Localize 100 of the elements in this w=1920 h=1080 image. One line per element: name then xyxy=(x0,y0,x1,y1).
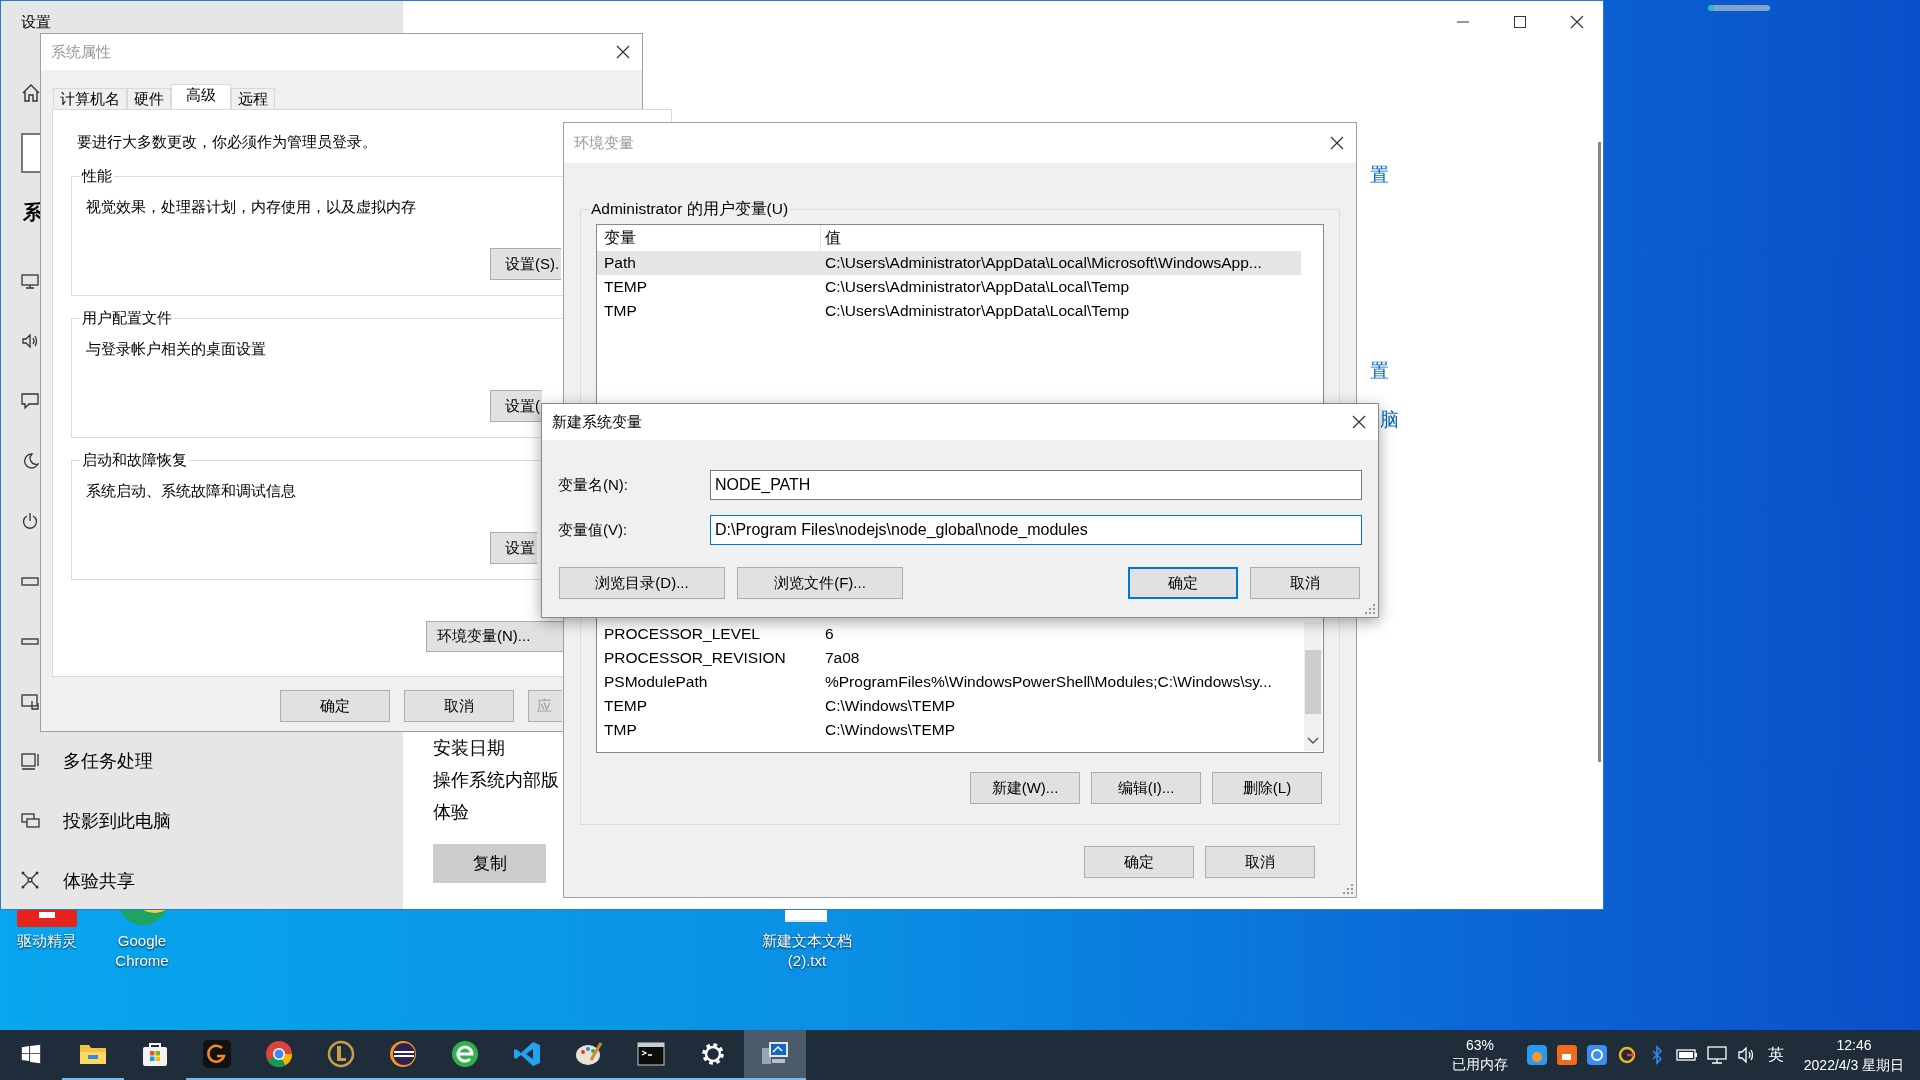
cup-icon[interactable] xyxy=(1557,1045,1577,1065)
app-icon[interactable] xyxy=(1527,1045,1547,1065)
group-title: 启动和故障恢复 xyxy=(80,450,189,470)
list-row[interactable]: PROCESSOR_LEVEL 6 xyxy=(597,622,1301,646)
bluetooth-icon[interactable] xyxy=(1650,1045,1664,1065)
clock-date: 2022/4/3 星期日 xyxy=(1803,1056,1905,1075)
input-field[interactable]: D:\Program Files\nodejs\node_global\node_modules xyxy=(710,515,1362,545)
share-icon xyxy=(21,871,41,891)
copy-button[interactable]: 复制 xyxy=(433,844,546,883)
dialog-button[interactable]: 确定 xyxy=(1084,846,1194,878)
variable-name: Path xyxy=(603,253,637,274)
settings-button[interactable]: 设置 xyxy=(490,532,537,564)
info-label: 操作系统内部版 xyxy=(433,769,559,792)
maximize-icon[interactable] xyxy=(1513,15,1527,29)
field-label: 变量名(N): xyxy=(558,474,629,495)
chat-icon[interactable] xyxy=(21,392,39,410)
speaker-icon[interactable] xyxy=(21,332,39,350)
shopping-bag-icon xyxy=(142,1041,168,1067)
network-icon[interactable] xyxy=(1707,1046,1727,1064)
window-title: 设置 xyxy=(21,12,51,32)
dialog-button[interactable]: 取消 xyxy=(1250,567,1360,599)
tablet-icon[interactable] xyxy=(21,692,39,710)
settings-button[interactable]: 设置(S). xyxy=(490,248,562,280)
dialog-button[interactable]: 取消 xyxy=(404,690,514,722)
tab[interactable]: 高级 xyxy=(171,84,231,109)
close-icon[interactable] xyxy=(616,45,630,59)
striped-circle-icon xyxy=(389,1040,417,1068)
memory-label: 已用内存 xyxy=(1452,1055,1508,1074)
variable-value: C:\Windows\TEMP xyxy=(824,720,956,741)
close-icon[interactable] xyxy=(1352,415,1366,429)
dialog-button[interactable]: 删除(L) xyxy=(1212,772,1322,804)
window-title: 系统属性 xyxy=(51,41,111,62)
tab[interactable]: 远程 xyxy=(231,88,275,109)
close-icon[interactable] xyxy=(1570,15,1584,29)
list-row[interactable]: TEMP C:\Users\Administrator\AppData\Local\Temp xyxy=(597,275,1301,299)
variable-value: C:\Users\Administrator\AppData\Local\Temp xyxy=(824,277,1130,298)
list-row[interactable]: PROCESSOR_REVISION 7a08 xyxy=(597,646,1301,670)
variable-name: PROCESSOR_REVISION xyxy=(603,648,787,669)
palette-icon xyxy=(575,1040,603,1068)
home-icon[interactable] xyxy=(21,83,41,103)
variable-name: TEMP xyxy=(603,277,649,298)
settings-link[interactable]: 置 xyxy=(1370,161,1389,190)
group-description: 视觉效果，处理器计划，内存使用，以及虚拟内存 xyxy=(86,198,416,217)
dialog-button[interactable]: 确定 xyxy=(280,690,390,722)
list-row[interactable]: TEMP C:\Windows\TEMP xyxy=(597,694,1301,718)
app-icon[interactable] xyxy=(1587,1045,1607,1065)
variable-value: 6 xyxy=(824,624,834,645)
moon-icon[interactable] xyxy=(21,452,39,470)
list-row[interactable]: TMP C:\Windows\TEMP xyxy=(597,718,1301,742)
dialog-button[interactable]: 编辑(I)... xyxy=(1091,772,1201,804)
power-icon[interactable] xyxy=(21,512,39,530)
chevron-down-icon[interactable] xyxy=(1307,737,1319,745)
scrollbar[interactable] xyxy=(1304,622,1322,751)
tab[interactable]: 硬件 xyxy=(127,88,171,109)
group-description: 系统启动、系统故障和调试信息 xyxy=(86,482,296,501)
app-icon[interactable] xyxy=(1617,1045,1637,1065)
dialog-button[interactable]: 新建(W)... xyxy=(970,772,1080,804)
monitor-icon[interactable] xyxy=(21,272,39,290)
group-title: 性能 xyxy=(80,166,114,186)
nav-item[interactable]: 投影到此电脑 xyxy=(1,791,403,851)
resize-grip[interactable] xyxy=(1343,884,1353,894)
dialog-button[interactable]: 浏览目录(D)... xyxy=(559,567,725,599)
nav-item[interactable]: 多任务处理 xyxy=(1,731,403,791)
app-icon xyxy=(203,1040,231,1068)
input-method-indicator[interactable]: 英 xyxy=(1768,1043,1784,1067)
info-label: 体验 xyxy=(433,801,470,824)
variable-name: TEMP xyxy=(603,696,649,717)
dialog-button[interactable]: 确定 xyxy=(1128,567,1238,599)
search-field[interactable] xyxy=(21,133,41,173)
tab[interactable]: 计算机名 xyxy=(53,88,127,109)
group-title: 用户配置文件 xyxy=(80,308,174,328)
app-icon[interactable] xyxy=(17,910,77,927)
settings-button[interactable]: 设置( xyxy=(490,390,542,422)
clock-time: 12:46 xyxy=(1836,1036,1872,1055)
resize-grip[interactable] xyxy=(1365,604,1375,614)
variable-name: TMP xyxy=(603,720,638,741)
slider[interactable] xyxy=(1708,5,1770,11)
nav-item[interactable]: 体验共享 xyxy=(1,851,403,911)
browser-icon xyxy=(265,1040,293,1068)
settings-icon xyxy=(700,1041,726,1067)
close-icon[interactable] xyxy=(1330,136,1344,150)
terminal-icon xyxy=(637,1042,665,1066)
environment-variables-button[interactable]: 环境变量(N)... xyxy=(426,621,565,652)
input-field[interactable]: NODE_PATH xyxy=(710,470,1362,500)
dialog-button[interactable]: 浏览文件(F)... xyxy=(737,567,903,599)
window-title: 新建系统变量 xyxy=(552,411,642,432)
list-row[interactable]: TMP C:\Users\Administrator\AppData\Local\Temp xyxy=(597,299,1301,323)
folder-icon xyxy=(79,1042,107,1066)
variable-value: 7a08 xyxy=(824,648,860,669)
settings-link[interactable]: 置 xyxy=(1370,357,1389,386)
scrollbar[interactable] xyxy=(1598,142,1601,762)
settings-link[interactable]: 脑 xyxy=(1380,406,1399,435)
list-row[interactable]: Path C:\Users\Administrator\AppData\Local\Microsoft\WindowsApp... xyxy=(597,251,1301,275)
variable-name: PROCESSOR_LEVEL xyxy=(603,624,761,645)
dialog-button[interactable]: 取消 xyxy=(1205,846,1315,878)
info-label: 安装日期 xyxy=(433,737,506,760)
admin-note: 要进行大多数更改，你必须作为管理员登录。 xyxy=(77,132,377,152)
list-row[interactable]: PSModulePath %ProgramFiles%\WindowsPowerShell\Modules;C:\Windows\sy... xyxy=(597,670,1301,694)
game-icon xyxy=(327,1040,355,1068)
column-header[interactable]: 值 xyxy=(821,226,841,250)
